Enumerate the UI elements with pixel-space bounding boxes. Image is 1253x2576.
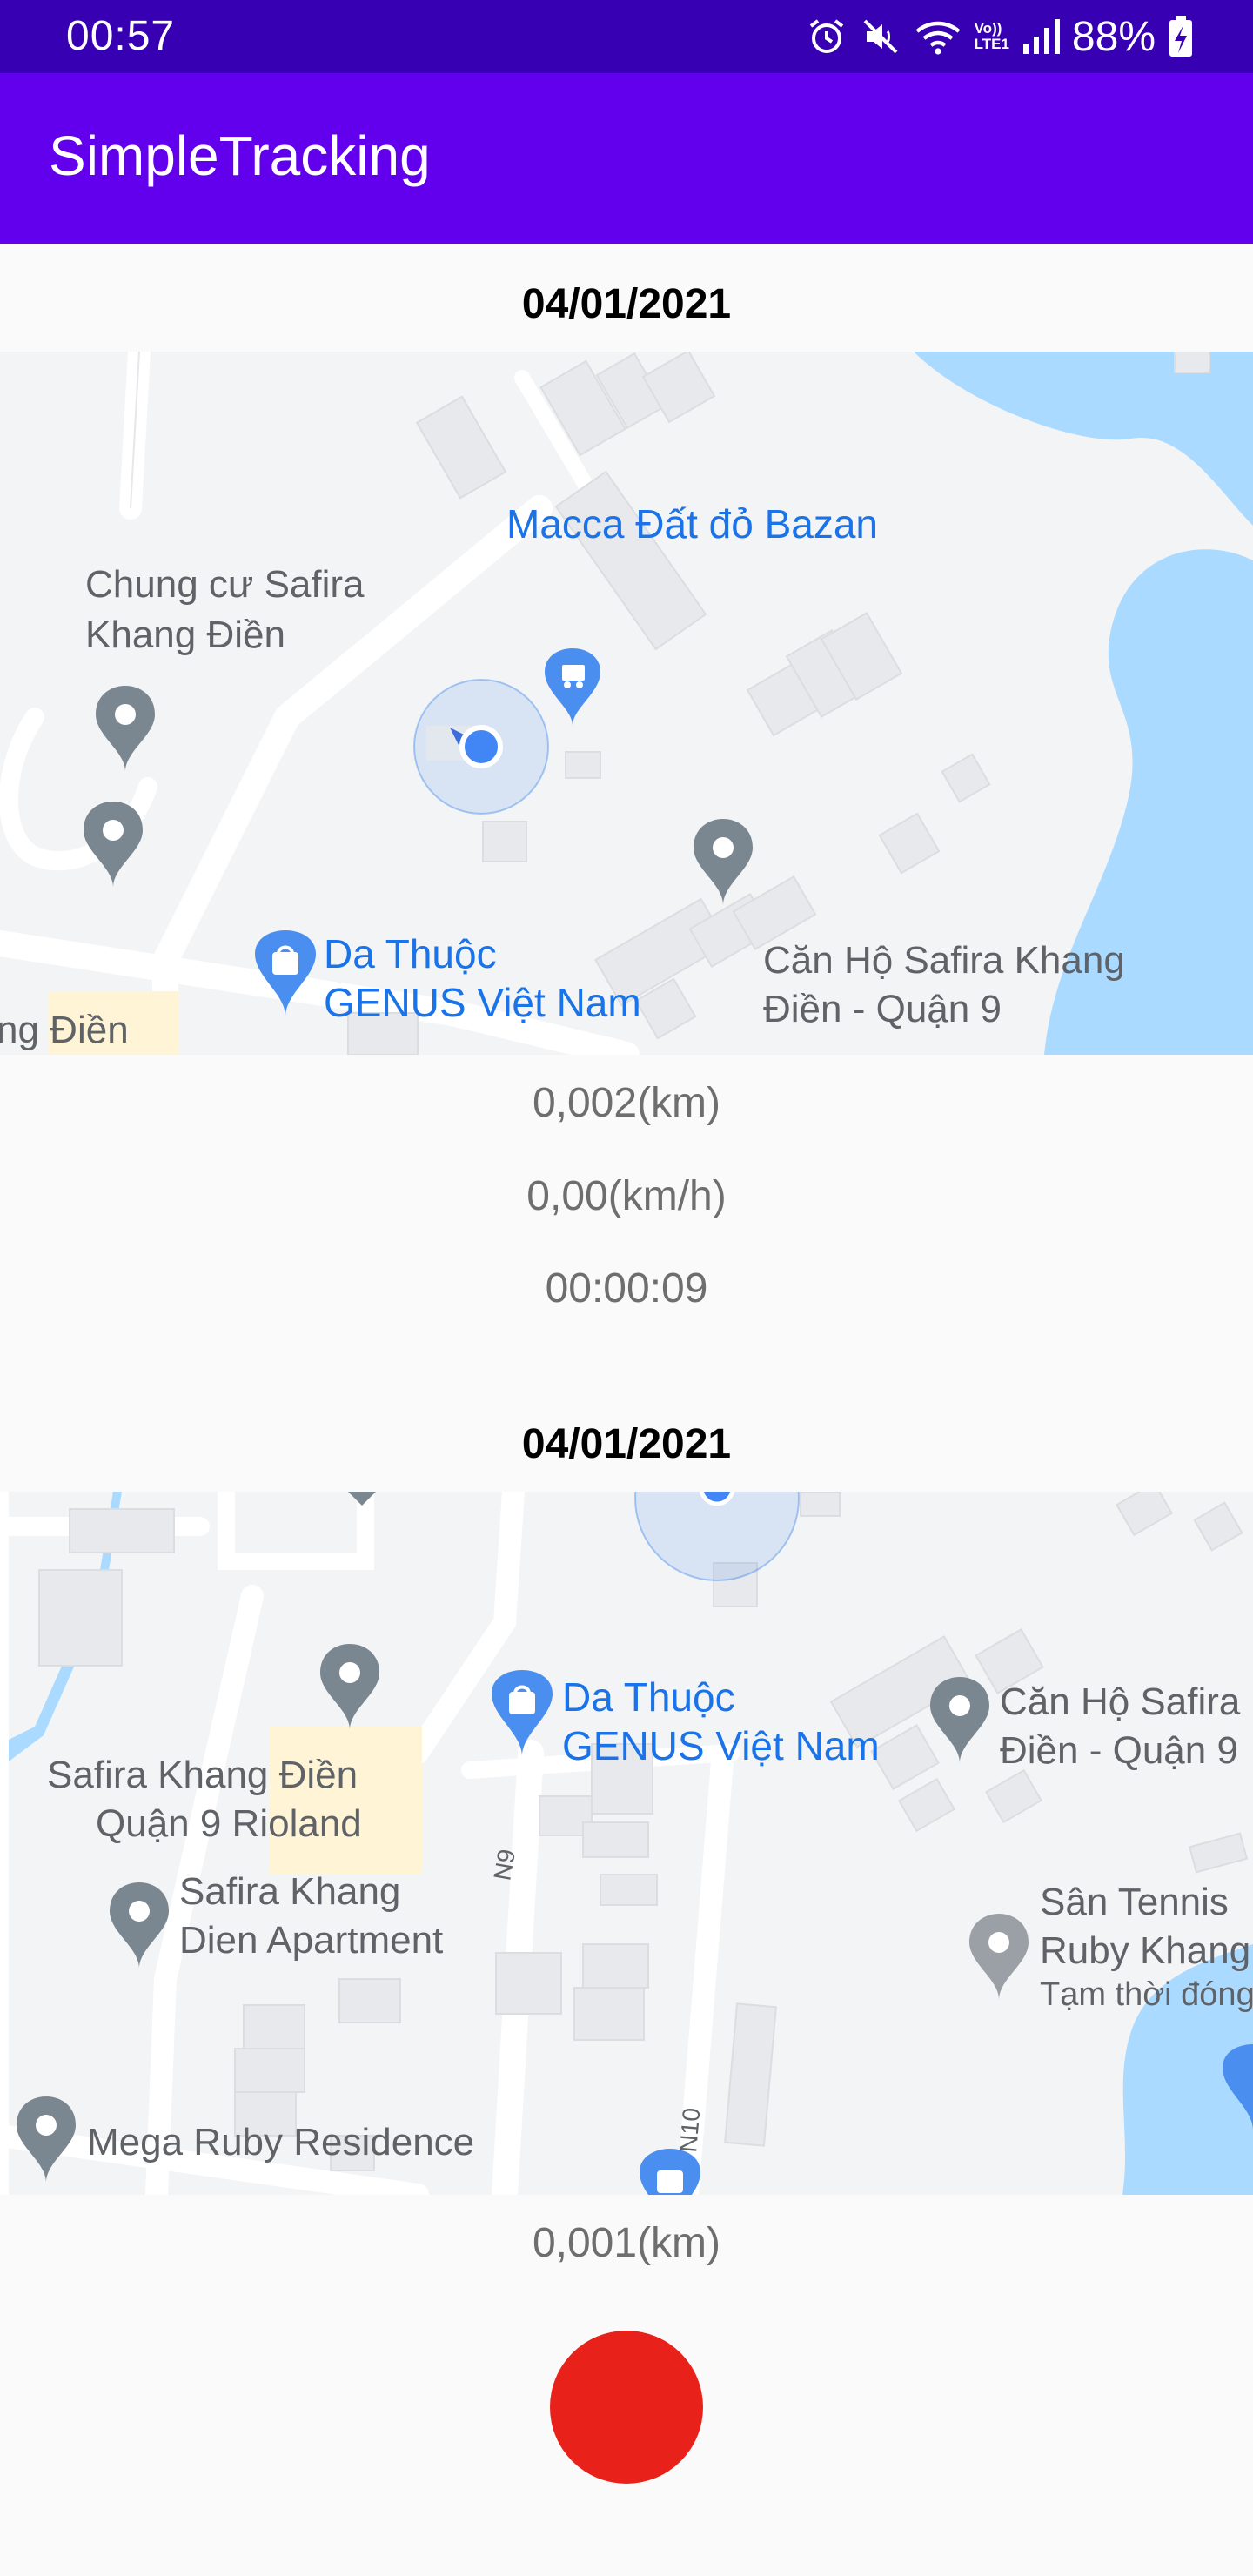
map-label: Da Thuộc <box>324 931 497 976</box>
status-bar: 00:57 Vo)) LTE1 88% <box>0 0 1253 73</box>
map-label: Điền - Quận 9 <box>1000 1729 1238 1772</box>
map-label: Safira Khang Điền <box>47 1754 358 1796</box>
duration-text: 00:00:09 <box>545 1265 708 1311</box>
distance-text: 0,001(km) <box>532 2220 721 2266</box>
map-label: Safira Khang <box>179 1870 400 1913</box>
map-canvas: Macca Đất đỏ Bazan Chung cư Safira Khang… <box>0 352 1253 1055</box>
battery-charging-icon <box>1169 16 1192 57</box>
record-button[interactable] <box>550 2331 703 2484</box>
road-label: N10 <box>674 2107 705 2154</box>
speed-text: 0,00(km/h) <box>526 1173 727 1219</box>
entry-date: 04/01/2021 <box>521 1421 732 1467</box>
wifi-icon <box>915 21 961 55</box>
map-canvas: N9 N10 Da Thuộc GENUS Việt Nam Căn Hộ Sa… <box>0 1492 1253 2195</box>
mute-icon <box>863 19 898 54</box>
map-label: Căn Hộ Safira Khang <box>763 939 1125 982</box>
place-pin-icon <box>694 819 753 905</box>
place-pin-icon <box>930 1677 989 1763</box>
volte-label: Vo)) <box>974 20 1002 37</box>
place-pin-icon <box>320 1644 379 1730</box>
app-title: SimpleTracking <box>49 124 431 187</box>
map-label: Khang Điền <box>85 614 285 656</box>
map-label: GENUS Việt Nam <box>324 980 641 1025</box>
map-label: GENUS Việt Nam <box>562 1723 880 1768</box>
map-label: Sân Tennis <box>1040 1881 1229 1923</box>
signal-icon <box>1022 19 1060 54</box>
map-label: Tạm thời đóng <box>1040 1976 1253 2013</box>
map-label: Da Thuộc <box>562 1674 735 1720</box>
place-pin-icon <box>84 802 143 888</box>
place-pin-icon <box>969 1914 1029 2000</box>
map-label: Mega Ruby Residence <box>87 2121 474 2163</box>
map-label: Ruby Khang <box>1040 1929 1250 1972</box>
route-map[interactable]: N9 N10 Da Thuộc GENUS Việt Nam Căn Hộ Sa… <box>0 1492 1253 2195</box>
lte-label: LTE1 <box>974 36 1009 52</box>
distance-text: 0,002(km) <box>532 1080 721 1126</box>
route-map[interactable]: Macca Đất đỏ Bazan Chung cư Safira Khang… <box>0 352 1253 1055</box>
map-label: Căn Hộ Safira <box>1000 1680 1241 1723</box>
status-icons: Vo)) LTE1 88% <box>806 10 1194 63</box>
shopping-bag-pin-icon <box>492 1670 553 1756</box>
map-label: ng Điền <box>0 1009 129 1051</box>
alarm-icon <box>809 19 843 53</box>
map-label: Điền - Quận 9 <box>763 988 1002 1030</box>
entry-date: 04/01/2021 <box>521 281 732 327</box>
road-label: N9 <box>488 1847 520 1882</box>
battery-percent: 88% <box>1071 13 1156 60</box>
status-time: 00:57 <box>66 13 176 59</box>
app-bar: SimpleTracking <box>0 73 1253 244</box>
volte-icon: Vo)) LTE1 <box>975 21 1009 52</box>
map-label: Chung cư Safira <box>85 563 365 606</box>
place-pin-icon <box>96 686 155 772</box>
map-label: Macca Đất đỏ Bazan <box>506 501 878 547</box>
map-label: Quận 9 Rioland <box>96 1802 362 1845</box>
map-label: Dien Apartment <box>179 1919 443 1962</box>
shopping-pin-icon <box>545 648 600 726</box>
shopping-bag-pin-icon <box>640 2149 700 2195</box>
place-pin-icon <box>17 2096 76 2183</box>
